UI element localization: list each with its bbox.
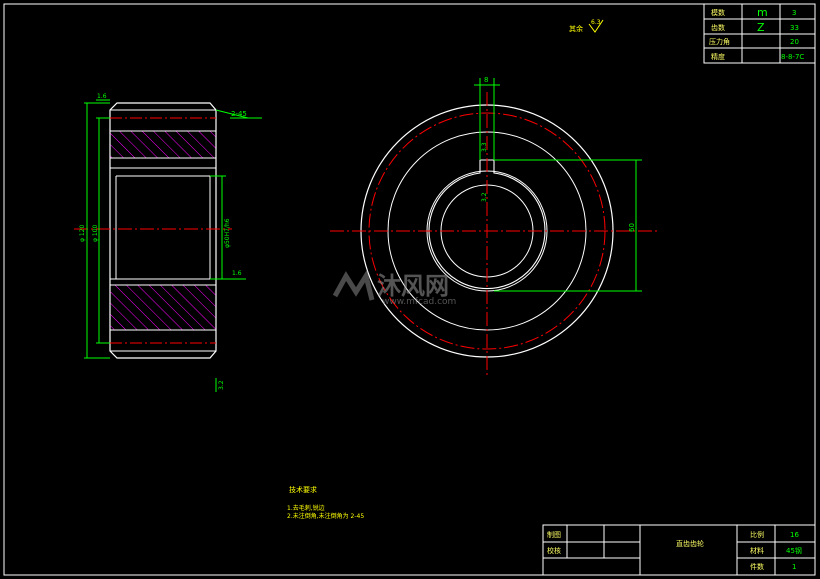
roughness-note-value: 6.3 [591,19,601,26]
title-block [542,524,816,576]
param-symbol-module: m [757,6,768,19]
watermark-logo-icon [332,269,375,301]
gear-side-section-view: 1.6 2-45 φ 120 φ 100 φ50H7/h6 1.6 3.2 [74,93,262,392]
scale-value: 16 [790,531,799,539]
hub-dimension-label: 60 [628,223,636,232]
watermark: 沐风网 www.mfcad.com [332,269,456,307]
param-label-teeth: 齿数 [711,23,725,32]
param-value-accuracy: 8-8-7C [781,53,804,61]
quantity-value: 1 [792,563,796,571]
cad-drawing-canvas: 模数 m 3 齿数 Z 33 压力角 20 精度 8-8-7C 其余 6.3 1… [3,3,816,576]
scale-label: 比例 [750,530,764,539]
keyway-roughness-label: 3.2 [481,192,488,202]
hatch-section-lower [109,284,217,331]
hatch-section-upper [109,130,217,159]
front-dimensions [474,78,642,292]
roughness-note-label: 其余 [569,24,583,33]
bore-fit-label: φ50H7/h6 [224,218,231,248]
watermark-text: 沐风网 [377,272,449,300]
tech-req-item-1: 1.去毛刺,锐边 [287,504,325,512]
general-roughness-note: 其余 6.3 [569,19,604,33]
checked-by-label: 校核 [547,546,561,555]
tech-req-title: 技术要求 [289,485,317,494]
keyway-width-label: 8 [484,76,488,84]
param-value-module: 3 [792,9,796,17]
inner-diameter-label: φ 100 [92,225,99,243]
technical-requirements: 技术要求 1.去毛刺,锐边 2.未注倒角,未注倒角为 2-45 [287,485,364,520]
drawn-by-label: 制图 [547,530,561,539]
param-label-accuracy: 精度 [711,52,725,61]
top-roughness-label: 1.6 [97,93,107,100]
param-label-pressure-angle: 压力角 [709,37,730,46]
chamfer-label: 2-45 [231,110,247,118]
param-symbol-teeth: Z [757,21,765,34]
outer-diameter-label: φ 120 [79,225,86,243]
watermark-url: www.mfcad.com [382,297,456,307]
keyway-depth-label: 3.3 [481,142,488,152]
bottom-roughness-label: 3.2 [218,380,225,390]
part-name: 直齿齿轮 [676,539,704,548]
quantity-label: 件数 [750,562,764,571]
param-value-teeth: 33 [790,24,799,32]
material-label: 材料 [750,546,764,555]
param-value-pressure-angle: 20 [790,38,799,46]
bore-roughness-label: 1.6 [232,270,242,277]
param-label-module: 模数 [711,8,725,17]
gear-front-view: 8 3.3 3.2 60 [330,76,658,378]
material-value: 45钢 [786,546,802,555]
tech-req-item-2: 2.未注倒角,未注倒角为 2-45 [287,512,364,520]
params-table: 模数 m 3 齿数 Z 33 压力角 20 精度 8-8-7C [703,3,816,64]
